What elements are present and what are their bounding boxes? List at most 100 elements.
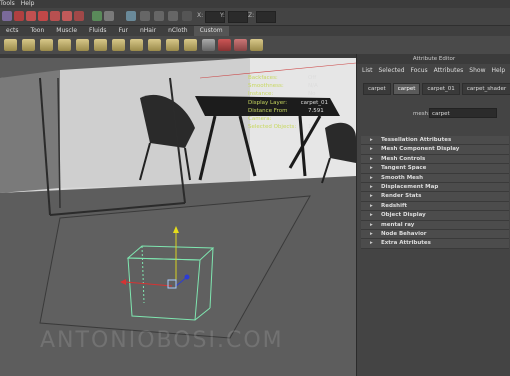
shelf-tab-ncloth[interactable]: nCloth	[162, 26, 194, 36]
ae-section[interactable]: ▸ mental ray	[361, 220, 509, 230]
ae-menu-selected[interactable]: Selected	[379, 67, 405, 74]
menu-bar: Tools Help	[0, 0, 510, 8]
shelf	[0, 36, 510, 55]
hypershade-icon[interactable]	[154, 11, 164, 21]
ae-section[interactable]: ▸ Render Stats	[361, 192, 509, 202]
ae-section[interactable]: ▸ Mesh Controls	[361, 154, 509, 165]
shelf-tool-icon[interactable]	[112, 39, 125, 51]
select-mode-icon[interactable]	[2, 11, 12, 21]
hud-key: Selected Objects:	[248, 124, 297, 131]
ae-section-label: Redshift	[381, 202, 407, 209]
ae-section[interactable]: ▸ Object Display	[361, 211, 509, 221]
heads-up-display: Backfaces: Off Smoothness: N/A Instance: No…	[248, 74, 328, 131]
snap-curve-icon[interactable]	[26, 11, 36, 21]
menu-help[interactable]: Help	[21, 0, 35, 8]
ae-section[interactable]: ▸ Node Behavior	[361, 229, 509, 240]
hud-key: Display Layer:	[248, 99, 288, 106]
ae-section-label: Tangent Space	[381, 165, 427, 172]
expand-arrow-icon: ▸	[370, 240, 373, 247]
hud-value: 1	[308, 124, 312, 131]
attribute-editor-menu: List Selected Focus Attributes Show Help	[357, 64, 510, 77]
shelf-tool-icon[interactable]	[58, 39, 71, 51]
shelf-tool-icon[interactable]	[22, 39, 35, 51]
shelf-tool-icon[interactable]	[234, 39, 247, 51]
snap-surface-icon[interactable]	[62, 11, 72, 21]
shelf-tool-icon[interactable]	[40, 39, 53, 51]
ae-section[interactable]: ▸ Tessellation Attributes	[361, 136, 509, 146]
ae-tab-carpet-transform[interactable]: carpet	[363, 83, 391, 95]
x-label: X:	[197, 12, 204, 19]
menu-tools[interactable]: Tools	[0, 0, 15, 8]
ae-menu-help[interactable]: Help	[491, 67, 505, 74]
attribute-editor: Attribute Editor List Selected Focus Att…	[356, 54, 510, 376]
input-mode-icon[interactable]	[182, 11, 192, 21]
shelf-tab-custom[interactable]: Custom	[193, 26, 229, 36]
y-label: Y:	[220, 12, 225, 19]
render-icon[interactable]	[92, 11, 102, 21]
ae-menu-show[interactable]: Show	[469, 67, 485, 74]
ae-tab-carpet-shader[interactable]: carpet_shader	[461, 83, 510, 95]
shelf-tool-icon[interactable]	[202, 39, 215, 51]
hud-value: carpet_01	[300, 99, 328, 106]
history-icon[interactable]	[74, 11, 84, 21]
hud-row: Backfaces: Off	[248, 74, 328, 82]
expand-arrow-icon: ▸	[370, 146, 373, 153]
hud-value: 7.591	[308, 107, 324, 114]
ae-section[interactable]: ▸ Smooth Mesh	[361, 173, 509, 183]
shelf-tab-fluids[interactable]: Fluids	[83, 26, 113, 36]
hud-key: Instance:	[248, 91, 274, 98]
hud-key: Backfaces:	[248, 75, 278, 81]
shelf-tool-icon[interactable]	[166, 39, 179, 51]
shelf-tab-fur[interactable]: Fur	[113, 26, 134, 36]
ae-section[interactable]: ▸ Redshift	[361, 201, 509, 212]
snap-view-icon[interactable]	[50, 11, 60, 21]
mesh-name-field[interactable]: carpet	[429, 108, 497, 118]
ae-tab-carpet-01[interactable]: carpet_01	[422, 83, 460, 95]
shelf-tool-icon[interactable]	[184, 39, 197, 51]
expand-arrow-icon: ▸	[370, 165, 373, 172]
ae-section[interactable]: ▸ Tangent Space	[361, 164, 509, 174]
lock-icon[interactable]	[168, 11, 178, 21]
z-field[interactable]	[256, 11, 276, 23]
hud-row: Smoothness: N/A	[248, 82, 328, 90]
ae-sections: ▸ Tessellation Attributes ▸ Mesh Component…	[361, 136, 509, 249]
snap-icon[interactable]	[14, 11, 24, 21]
ipr-icon[interactable]	[104, 11, 114, 21]
settings-icon[interactable]	[140, 11, 150, 21]
ae-menu-focus[interactable]: Focus	[411, 67, 428, 74]
shelf-tool-icon[interactable]	[4, 39, 17, 51]
ae-menu-list[interactable]: List	[362, 67, 373, 74]
y-field[interactable]	[228, 11, 248, 23]
ae-section-label: Extra Attributes	[381, 240, 431, 247]
shelf-tool-icon[interactable]	[218, 39, 231, 51]
ae-section-label: Mesh Controls	[381, 155, 426, 162]
mesh-label: mesh:	[413, 111, 430, 117]
attribute-editor-title: Attribute Editor	[357, 54, 510, 64]
shelf-tool-icon[interactable]	[148, 39, 161, 51]
hud-row: Instance: No	[248, 90, 328, 98]
ae-section-label: Object Display	[381, 212, 426, 219]
z-label: Z:	[248, 12, 255, 19]
ae-section[interactable]: ▸ Mesh Component Display	[361, 145, 509, 155]
render-view-icon[interactable]	[126, 11, 136, 21]
expand-arrow-icon: ▸	[370, 155, 373, 162]
snap-point-icon[interactable]	[38, 11, 48, 21]
shelf-tool-icon[interactable]	[94, 39, 107, 51]
hud-value: No	[308, 91, 316, 98]
shelf-tab-nhair[interactable]: nHair	[134, 26, 162, 36]
expand-arrow-icon: ▸	[370, 174, 373, 181]
shelf-tab-toon[interactable]: Toon	[24, 26, 50, 36]
shelf-tool-icon[interactable]	[76, 39, 89, 51]
shelf-tab-effects[interactable]: ects	[0, 26, 24, 36]
ae-tab-carpet-shape[interactable]: carpet	[392, 83, 421, 95]
expand-arrow-icon: ▸	[370, 221, 373, 228]
hud-row: Display Layer: carpet_01	[248, 99, 328, 107]
shelf-tool-icon[interactable]	[250, 39, 263, 51]
ae-menu-attributes[interactable]: Attributes	[434, 67, 464, 74]
shelf-tab-muscle[interactable]: Muscle	[50, 26, 83, 36]
ae-section-label: Smooth Mesh	[381, 174, 424, 181]
shelf-tool-icon[interactable]	[130, 39, 143, 51]
ae-section[interactable]: ▸ Displacement Map	[361, 182, 509, 193]
ae-section[interactable]: ▸ Extra Attributes	[361, 239, 509, 249]
hud-key: Smoothness:	[248, 83, 284, 90]
